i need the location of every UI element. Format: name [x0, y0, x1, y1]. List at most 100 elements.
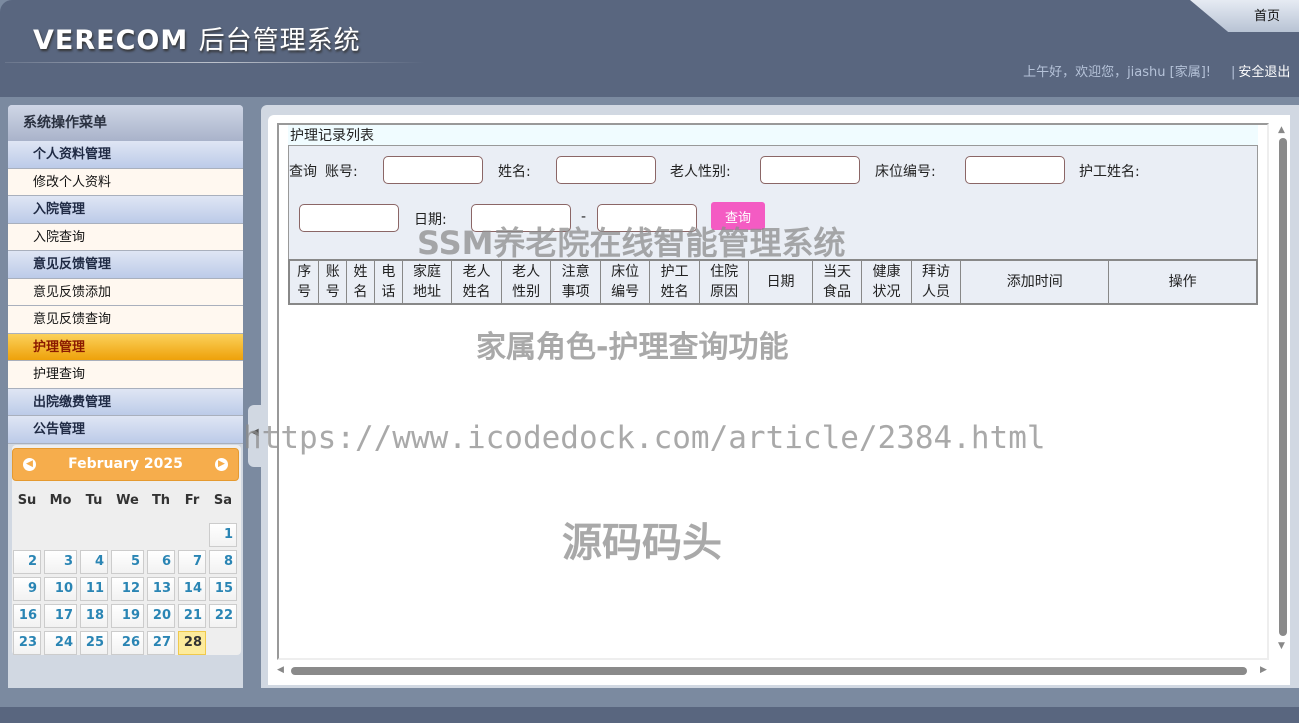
- calendar-day[interactable]: 12: [111, 577, 144, 601]
- records-table: 序号账号姓名电话家庭 地址 老人 姓名 老人 性别 注意 事项 床位 编号 护工 姓名 住院 原因 日期 当天…: [288, 259, 1258, 305]
- calendar-day[interactable]: 10: [44, 577, 77, 601]
- column-header-text: 老人: [462, 264, 491, 280]
- calendar-day[interactable]: 18: [80, 604, 108, 628]
- calendar: ◀ February 2025 ▶ Su Mo Tu We Th Fr Sa 1 2 3 4 5 6 7 8…: [12, 445, 241, 655]
- column-header-text: 号: [297, 284, 312, 300]
- calendar-day[interactable]: 4: [80, 550, 108, 574]
- column-header-text: 人员: [922, 284, 950, 300]
- calendar-day[interactable]: 2: [13, 550, 41, 574]
- column-header-text: 姓名: [660, 284, 689, 300]
- column-header-text: 老人: [512, 264, 541, 280]
- calendar-day[interactable]: 27: [147, 631, 175, 655]
- name-input[interactable]: [556, 156, 656, 184]
- column-header-text: 家庭: [413, 264, 442, 280]
- scroll-up-icon[interactable]: ▲: [1278, 125, 1285, 135]
- prev-month-icon[interactable]: ◀: [23, 458, 36, 471]
- column-header-text: 编号: [611, 284, 640, 300]
- column-header: 日期: [748, 259, 813, 305]
- sidebar-item[interactable]: 个人资料管理: [8, 141, 243, 169]
- vertical-scroll-thumb[interactable]: [1279, 138, 1287, 636]
- horizontal-scroll-thumb[interactable]: [291, 667, 1247, 675]
- weekday-label: Sa: [213, 493, 233, 508]
- sidebar-item[interactable]: 护理查询: [8, 361, 243, 389]
- calendar-day[interactable]: 19: [111, 604, 144, 628]
- sidebar-item[interactable]: 入院管理: [8, 196, 243, 224]
- gender-label: 老人性别:: [670, 164, 731, 180]
- column-header: 操作: [1108, 259, 1258, 305]
- column-header-text: 号: [325, 284, 340, 300]
- calendar-day[interactable]: 20: [147, 604, 175, 628]
- header: VERECOM 后台管理系统 首页 上午好，欢迎您，jiashu [家属]! 安…: [0, 0, 1299, 97]
- weekday-label: Tu: [85, 493, 103, 508]
- home-link[interactable]: 首页: [1254, 5, 1280, 24]
- column-header-text: 当天: [822, 264, 851, 280]
- column-header-text: 添加时间: [1006, 274, 1063, 290]
- sidebar-menu: 个人资料管理 修改个人资料 入院管理 入院查询 意见反馈管理 意见反馈添加 意见反馈查询 护理…: [8, 141, 243, 444]
- greeting: 上午好，欢迎您，jiashu [家属]!: [1023, 65, 1211, 80]
- sidebar-item[interactable]: 入院查询: [8, 223, 243, 251]
- nurse-input[interactable]: [299, 204, 399, 232]
- calendar-day[interactable]: 21: [178, 604, 206, 628]
- sidebar-item[interactable]: 护理管理: [8, 333, 243, 361]
- next-month-icon[interactable]: ▶: [215, 458, 228, 471]
- calendar-day[interactable]: 8: [209, 550, 237, 574]
- scroll-right-icon[interactable]: ▶: [1260, 665, 1267, 675]
- calendar-day[interactable]: 1: [209, 523, 237, 547]
- column-header-text: 名: [353, 284, 368, 300]
- calendar-day[interactable]: 5: [111, 550, 144, 574]
- column-header: 拜访 人员: [910, 259, 962, 305]
- account-input[interactable]: [383, 156, 483, 184]
- gender-input[interactable]: [760, 156, 860, 184]
- column-header-text: 床位: [611, 264, 640, 280]
- search-form: 查询 账号: 姓名: 老人性别: 床位编号: 护工姓名: 日期: - 查询: [288, 145, 1258, 260]
- calendar-day[interactable]: 25: [80, 631, 108, 655]
- sidebar-item[interactable]: 修改个人资料: [8, 168, 243, 196]
- scroll-left-icon[interactable]: ◀: [277, 665, 284, 675]
- calendar-day[interactable]: 23: [13, 631, 41, 655]
- weekday-label: Su: [17, 493, 37, 508]
- sidebar-item[interactable]: 出院缴费管理: [8, 388, 243, 416]
- scroll-down-icon[interactable]: ▼: [1278, 641, 1285, 651]
- calendar-day[interactable]: 28: [178, 631, 206, 655]
- calendar-month: February 2025: [68, 456, 183, 472]
- vertical-scrollbar[interactable]: ▲ ▼: [1275, 123, 1290, 663]
- calendar-day[interactable]: 13: [147, 577, 175, 601]
- bed-input[interactable]: [965, 156, 1065, 184]
- sidebar-item[interactable]: 意见反馈管理: [8, 251, 243, 279]
- column-header-text: 操作: [1168, 274, 1197, 290]
- calendar-day[interactable]: 16: [13, 604, 41, 628]
- logo-cn: 后台管理系统: [198, 26, 361, 56]
- calendar-day[interactable]: 7: [178, 550, 206, 574]
- calendar-day[interactable]: 6: [147, 550, 175, 574]
- nurse-label: 护工姓名:: [1079, 164, 1140, 180]
- sidebar-item[interactable]: 公告管理: [8, 416, 243, 444]
- column-header: 姓名: [346, 259, 375, 305]
- search-button[interactable]: 查询: [711, 202, 765, 230]
- calendar-day[interactable]: 26: [111, 631, 144, 655]
- logo-divider: [5, 62, 425, 63]
- column-header: 护工 姓名: [649, 259, 700, 305]
- column-header-text: 性别: [512, 284, 541, 300]
- footer: [0, 707, 1299, 723]
- calendar-day[interactable]: 9: [13, 577, 41, 601]
- sidebar-toggle[interactable]: ◀: [248, 405, 262, 467]
- calendar-day[interactable]: 3: [44, 550, 77, 574]
- date-start-input[interactable]: [471, 204, 571, 232]
- content-frame: 护理记录列表 查询 账号: 姓名: 老人性别: 床位编号: 护工姓名: 日期: …: [277, 123, 1269, 660]
- sidebar-item[interactable]: 意见反馈添加: [8, 278, 243, 306]
- calendar-day[interactable]: 11: [80, 577, 108, 601]
- column-header-text: 日期: [766, 274, 795, 290]
- column-header-text: 地址: [413, 284, 442, 300]
- content-area: 护理记录列表 查询 账号: 姓名: 老人性别: 床位编号: 护工姓名: 日期: …: [268, 115, 1290, 685]
- calendar-day[interactable]: 24: [44, 631, 77, 655]
- column-header: 注意 事项: [550, 259, 601, 305]
- calendar-day[interactable]: 14: [178, 577, 206, 601]
- date-end-input[interactable]: [597, 204, 697, 232]
- logout-link[interactable]: 安全退出: [1231, 61, 1290, 80]
- query-label: 查询: [289, 164, 317, 180]
- calendar-day[interactable]: 17: [44, 604, 77, 628]
- sidebar-item[interactable]: 意见反馈查询: [8, 306, 243, 334]
- horizontal-scrollbar[interactable]: ◀ ▶: [277, 664, 1271, 678]
- calendar-day[interactable]: 22: [209, 604, 237, 628]
- calendar-day[interactable]: 15: [209, 577, 237, 601]
